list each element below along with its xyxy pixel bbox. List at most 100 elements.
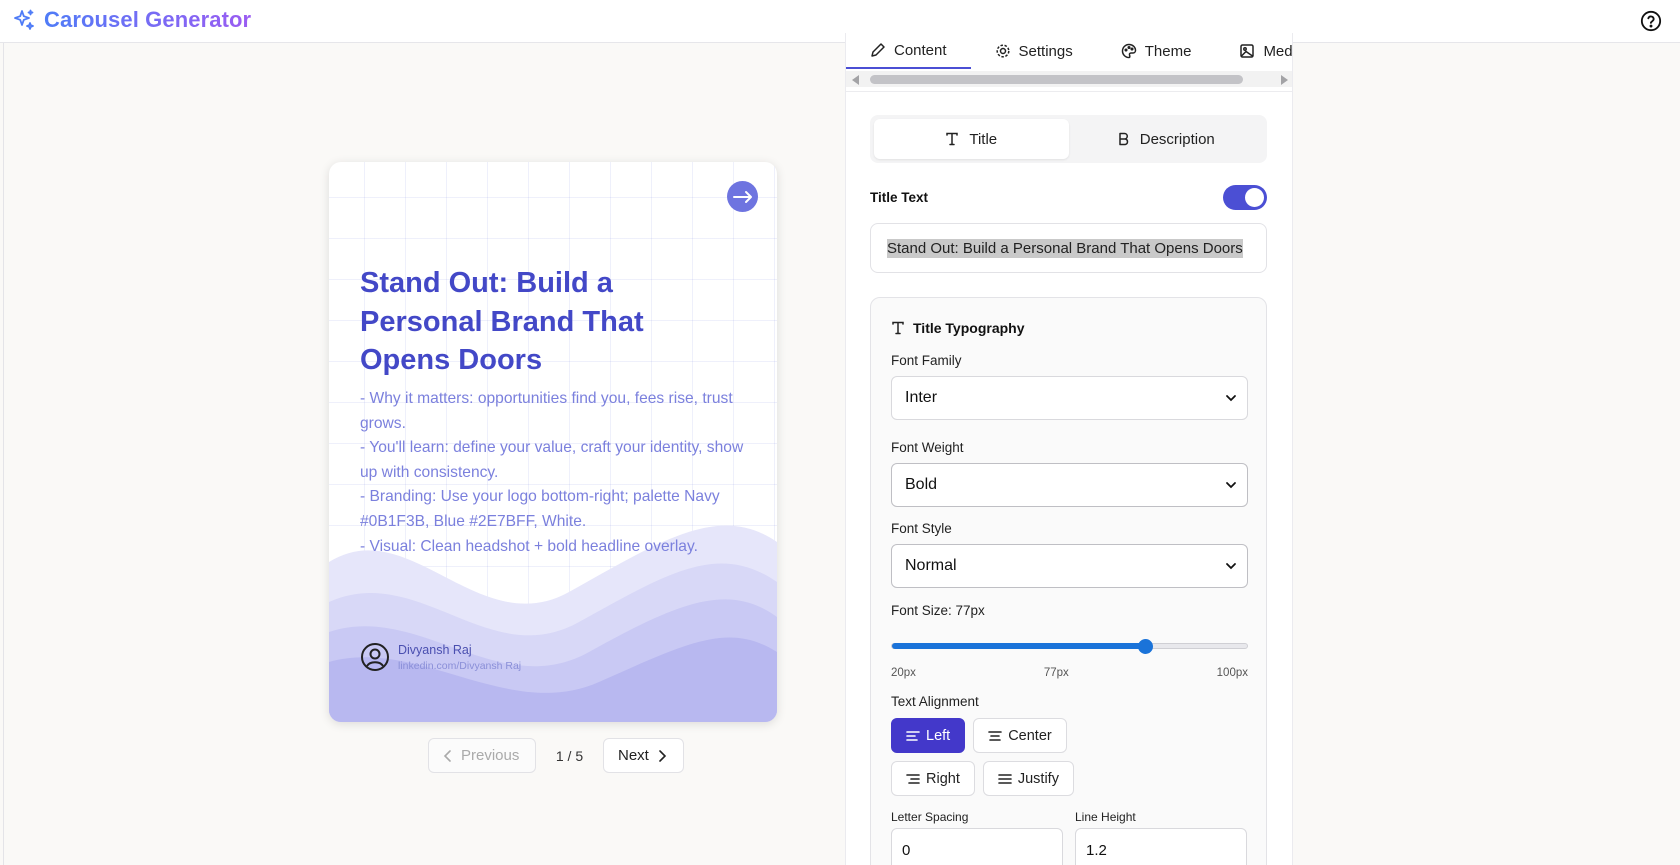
brand: Carousel Generator bbox=[12, 7, 251, 33]
title-text-toggle[interactable] bbox=[1223, 185, 1267, 210]
font-style-value: Normal bbox=[905, 557, 957, 574]
editor-tabs: Content Settings Theme Media bbox=[846, 33, 1293, 71]
tab-content[interactable]: Content bbox=[846, 33, 971, 69]
text-alignment-label: Text Alignment bbox=[891, 694, 979, 709]
slide-description-line: - Visual: Clean headshot + bold headline… bbox=[360, 537, 698, 555]
align-left-label: Left bbox=[926, 727, 951, 744]
font-style-label: Font Style bbox=[891, 521, 952, 536]
slide-counter: 1 / 5 bbox=[555, 747, 584, 764]
segment-title-label: Title bbox=[969, 130, 998, 148]
pencil-icon bbox=[871, 43, 885, 57]
chevron-right-icon bbox=[659, 749, 666, 762]
scroll-right-arrow-icon[interactable] bbox=[1281, 75, 1288, 85]
letter-spacing-label: Letter Spacing bbox=[891, 810, 969, 824]
next-label: Next bbox=[618, 747, 649, 764]
typography-heading-label: Title Typography bbox=[913, 320, 1025, 336]
author-url: linkedin.com/Divyansh Raj bbox=[398, 659, 522, 672]
left-divider bbox=[3, 43, 4, 865]
sparkles-icon bbox=[14, 9, 34, 30]
type-icon bbox=[946, 132, 959, 146]
align-center-button[interactable]: Center bbox=[973, 718, 1067, 753]
align-right-label: Right bbox=[926, 770, 960, 787]
chevron-down-icon bbox=[1226, 395, 1236, 402]
tab-theme-label: Theme bbox=[1144, 42, 1192, 60]
letter-spacing-input[interactable]: 0 bbox=[891, 828, 1063, 865]
tab-settings[interactable]: Settings bbox=[971, 33, 1097, 69]
align-left-icon bbox=[906, 730, 920, 741]
font-weight-label: Font Weight bbox=[891, 440, 964, 455]
align-justify-icon bbox=[998, 773, 1012, 784]
font-size-min: 20px bbox=[891, 667, 916, 679]
tab-settings-label: Settings bbox=[1018, 42, 1073, 60]
gear-icon bbox=[995, 44, 1010, 58]
slide-description-line: - Why it matters: opportunities find you… bbox=[360, 390, 733, 432]
tab-theme[interactable]: Theme bbox=[1097, 33, 1216, 69]
line-height-input[interactable]: 1.2 bbox=[1075, 828, 1247, 865]
typography-heading: Title Typography bbox=[891, 320, 1025, 336]
previous-label: Previous bbox=[461, 747, 520, 764]
font-weight-select[interactable]: Bold bbox=[891, 463, 1248, 507]
align-center-label: Center bbox=[1008, 727, 1052, 744]
segment-title[interactable]: Title bbox=[874, 119, 1069, 159]
panel-divider bbox=[846, 91, 1292, 92]
font-family-select[interactable]: Inter bbox=[891, 376, 1248, 420]
title-text-input[interactable]: Stand Out: Build a Personal Brand That O… bbox=[870, 223, 1267, 273]
slide-description-line: - You'll learn: define your value, craft… bbox=[360, 439, 744, 481]
scrollbar-thumb[interactable] bbox=[870, 75, 1243, 84]
palette-icon bbox=[1121, 43, 1137, 59]
slide-pager: Previous 1 / 5 Next bbox=[428, 738, 684, 773]
previous-button[interactable]: Previous bbox=[428, 738, 536, 773]
slide-description: - Why it matters: opportunities find you… bbox=[360, 387, 750, 559]
title-typography-card: Title Typography Font Family Inter Font … bbox=[870, 297, 1267, 865]
tab-media-label: Media bbox=[1263, 42, 1293, 60]
font-style-select[interactable]: Normal bbox=[891, 544, 1248, 588]
align-right-icon bbox=[906, 773, 920, 784]
author-name: Divyansh Raj bbox=[398, 642, 472, 657]
chevron-down-icon bbox=[1226, 563, 1236, 570]
letter-spacing-value: 0 bbox=[902, 841, 911, 859]
line-height-label: Line Height bbox=[1075, 810, 1136, 824]
align-right-button[interactable]: Right bbox=[891, 761, 975, 796]
title-text-label: Title Text bbox=[870, 190, 929, 205]
text-alignment-buttons: Left Center Right Justify bbox=[891, 718, 1151, 796]
segment-description[interactable]: Description bbox=[1069, 119, 1264, 159]
chevron-down-icon bbox=[1226, 482, 1236, 489]
slide-title: Stand Out: Build a Personal Brand That O… bbox=[360, 267, 644, 376]
help-icon[interactable] bbox=[1640, 10, 1662, 32]
editor-panel: Content Settings Theme Media Title Descr… bbox=[845, 33, 1293, 865]
font-family-label: Font Family bbox=[891, 353, 962, 368]
slide-author: Divyansh Raj linkedin.com/Divyansh Raj bbox=[360, 642, 521, 672]
next-button[interactable]: Next bbox=[603, 738, 684, 773]
font-size-label: Font Size: 77px bbox=[891, 603, 985, 618]
segment-description-label: Description bbox=[1139, 130, 1215, 148]
user-avatar-icon bbox=[361, 643, 389, 671]
slide-description-line: - Branding: Use your logo bottom-right; … bbox=[360, 488, 720, 530]
tabs-scrollbar[interactable] bbox=[846, 71, 1292, 87]
type-icon bbox=[892, 321, 904, 335]
slide-preview[interactable]: Stand Out: Build a Personal Brand That O… bbox=[329, 162, 777, 722]
font-size-slider[interactable] bbox=[891, 639, 1248, 654]
image-icon bbox=[1240, 44, 1255, 58]
tab-media[interactable]: Media bbox=[1215, 33, 1293, 69]
align-justify-button[interactable]: Justify bbox=[982, 761, 1074, 796]
title-description-switch: Title Description bbox=[870, 115, 1267, 163]
top-bar: Carousel Generator bbox=[0, 0, 1680, 43]
line-height-value: 1.2 bbox=[1086, 841, 1107, 859]
font-family-value: Inter bbox=[905, 389, 938, 406]
font-size-mid: 77px bbox=[1043, 667, 1069, 679]
font-size-ticks: 20px 77px 100px bbox=[891, 667, 1248, 679]
font-size-slider-thumb[interactable] bbox=[1137, 639, 1153, 654]
align-left-button[interactable]: Left bbox=[891, 718, 966, 753]
next-slide-arrow-icon[interactable] bbox=[727, 181, 758, 212]
align-center-icon bbox=[988, 730, 1002, 741]
title-text-row: Title Text bbox=[870, 185, 1267, 210]
tab-content-label: Content bbox=[894, 41, 947, 59]
chevron-left-icon bbox=[443, 749, 451, 762]
align-justify-label: Justify bbox=[1017, 770, 1059, 787]
font-size-slider-fill bbox=[892, 643, 1145, 649]
scroll-left-arrow-icon[interactable] bbox=[852, 75, 859, 85]
bold-icon bbox=[1118, 132, 1128, 146]
title-text-value: Stand Out: Build a Personal Brand That O… bbox=[887, 238, 1243, 258]
font-weight-value: Bold bbox=[905, 476, 938, 493]
app-title: Carousel Generator bbox=[44, 7, 252, 32]
